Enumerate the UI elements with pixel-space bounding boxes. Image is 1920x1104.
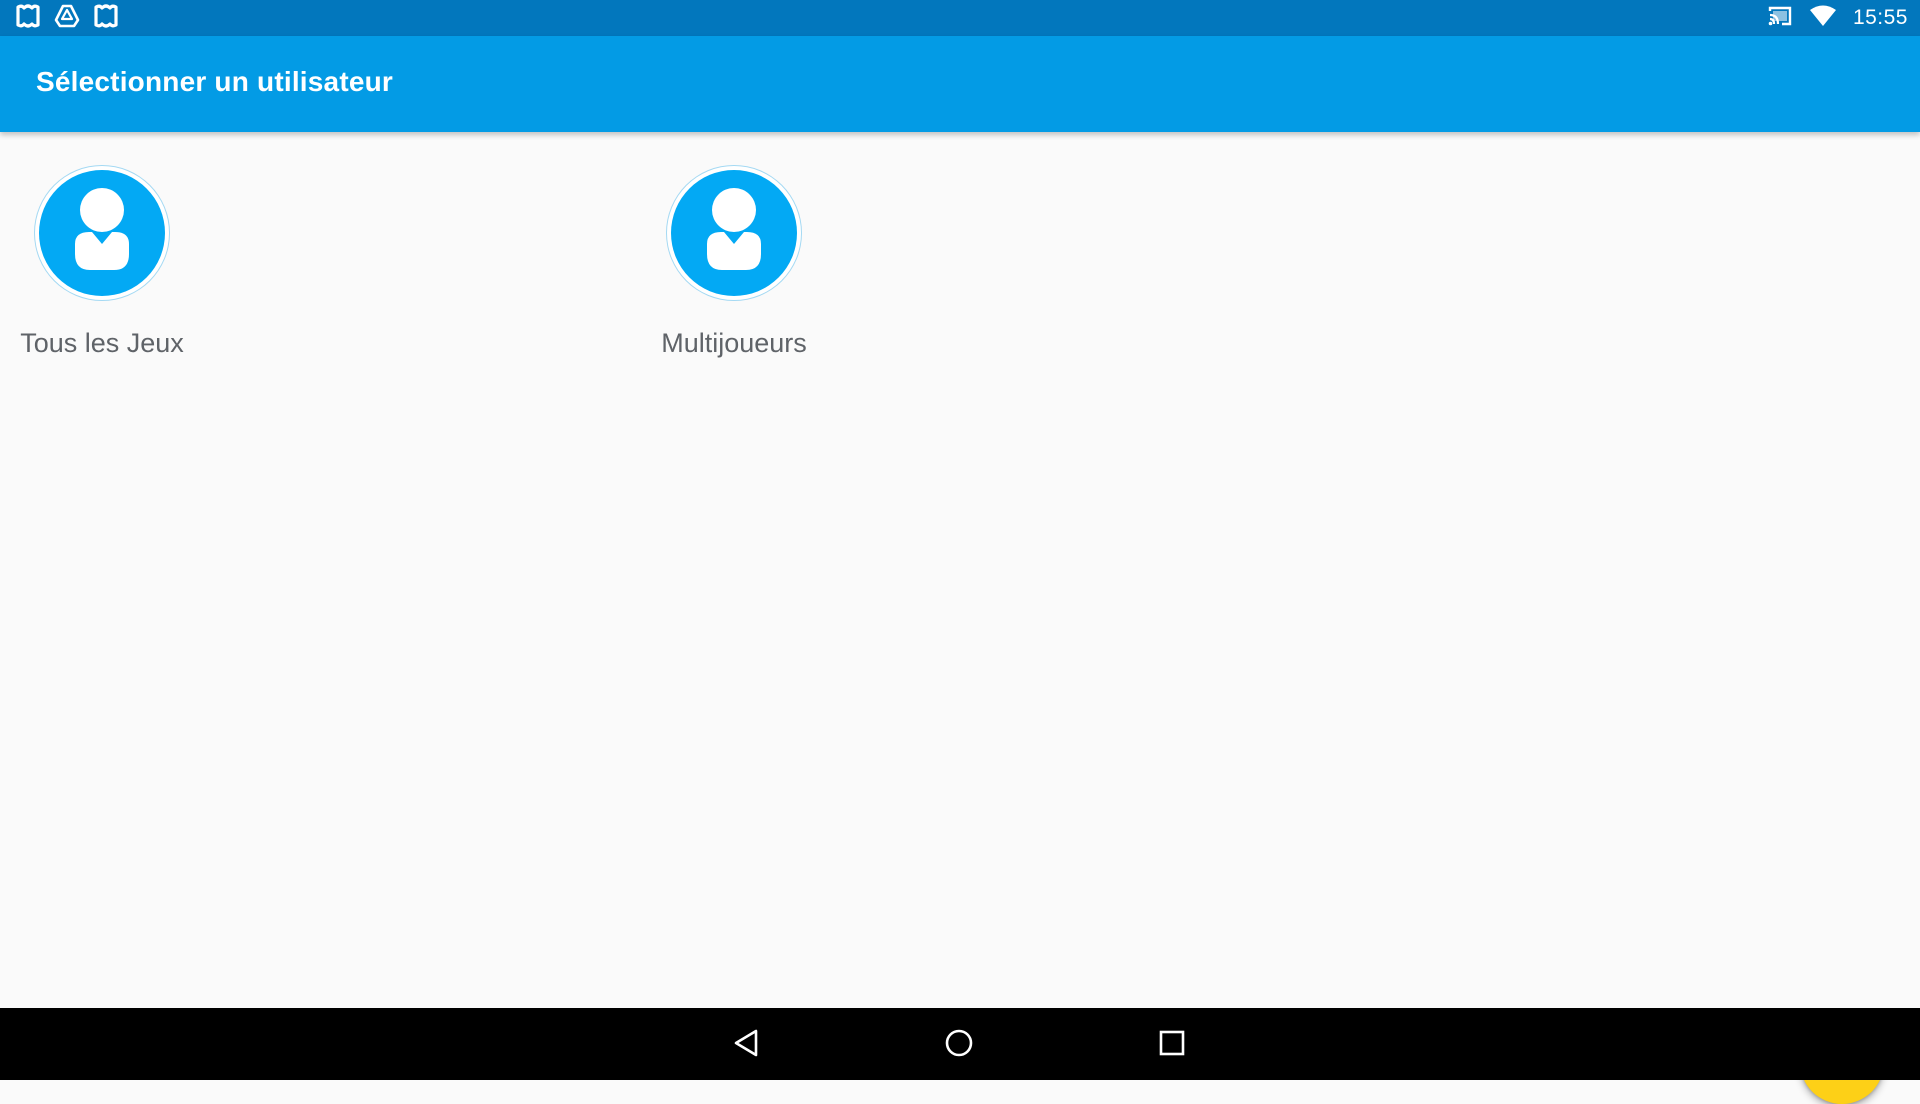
user-avatar-icon (39, 170, 165, 296)
status-bar: 15:55 (0, 0, 1920, 36)
user-name-label: Multijoueurs (661, 328, 807, 358)
wifi-icon (1809, 5, 1837, 32)
status-time: 15:55 (1852, 6, 1908, 29)
back-icon (732, 1028, 762, 1063)
avatar (667, 166, 801, 300)
status-right-area: 15:55 (1767, 0, 1908, 36)
cast-icon (1767, 5, 1793, 32)
recents-button[interactable] (1147, 1020, 1197, 1070)
back-button[interactable] (722, 1020, 772, 1070)
avatar (35, 166, 169, 300)
home-icon (944, 1028, 974, 1063)
user-avatar-icon (671, 170, 797, 296)
notification-app-icon (14, 3, 42, 34)
page-title: Sélectionner un utilisateur (36, 66, 394, 97)
status-left-icons (14, 3, 120, 34)
user-name-label: Tous les Jeux (20, 328, 184, 358)
user-grid: Tous les Jeux Multijoueurs (0, 132, 1920, 1104)
notification-app-icon (92, 3, 120, 34)
recents-icon (1157, 1028, 1187, 1063)
navigation-bar (0, 1008, 1920, 1080)
user-tile-multijoueurs[interactable]: Multijoueurs (614, 166, 854, 366)
app-bar: Sélectionner un utilisateur (0, 36, 1920, 132)
drive-icon (54, 3, 80, 34)
home-button[interactable] (934, 1020, 984, 1070)
user-tile-tous-les-jeux[interactable]: Tous les Jeux (0, 166, 222, 366)
